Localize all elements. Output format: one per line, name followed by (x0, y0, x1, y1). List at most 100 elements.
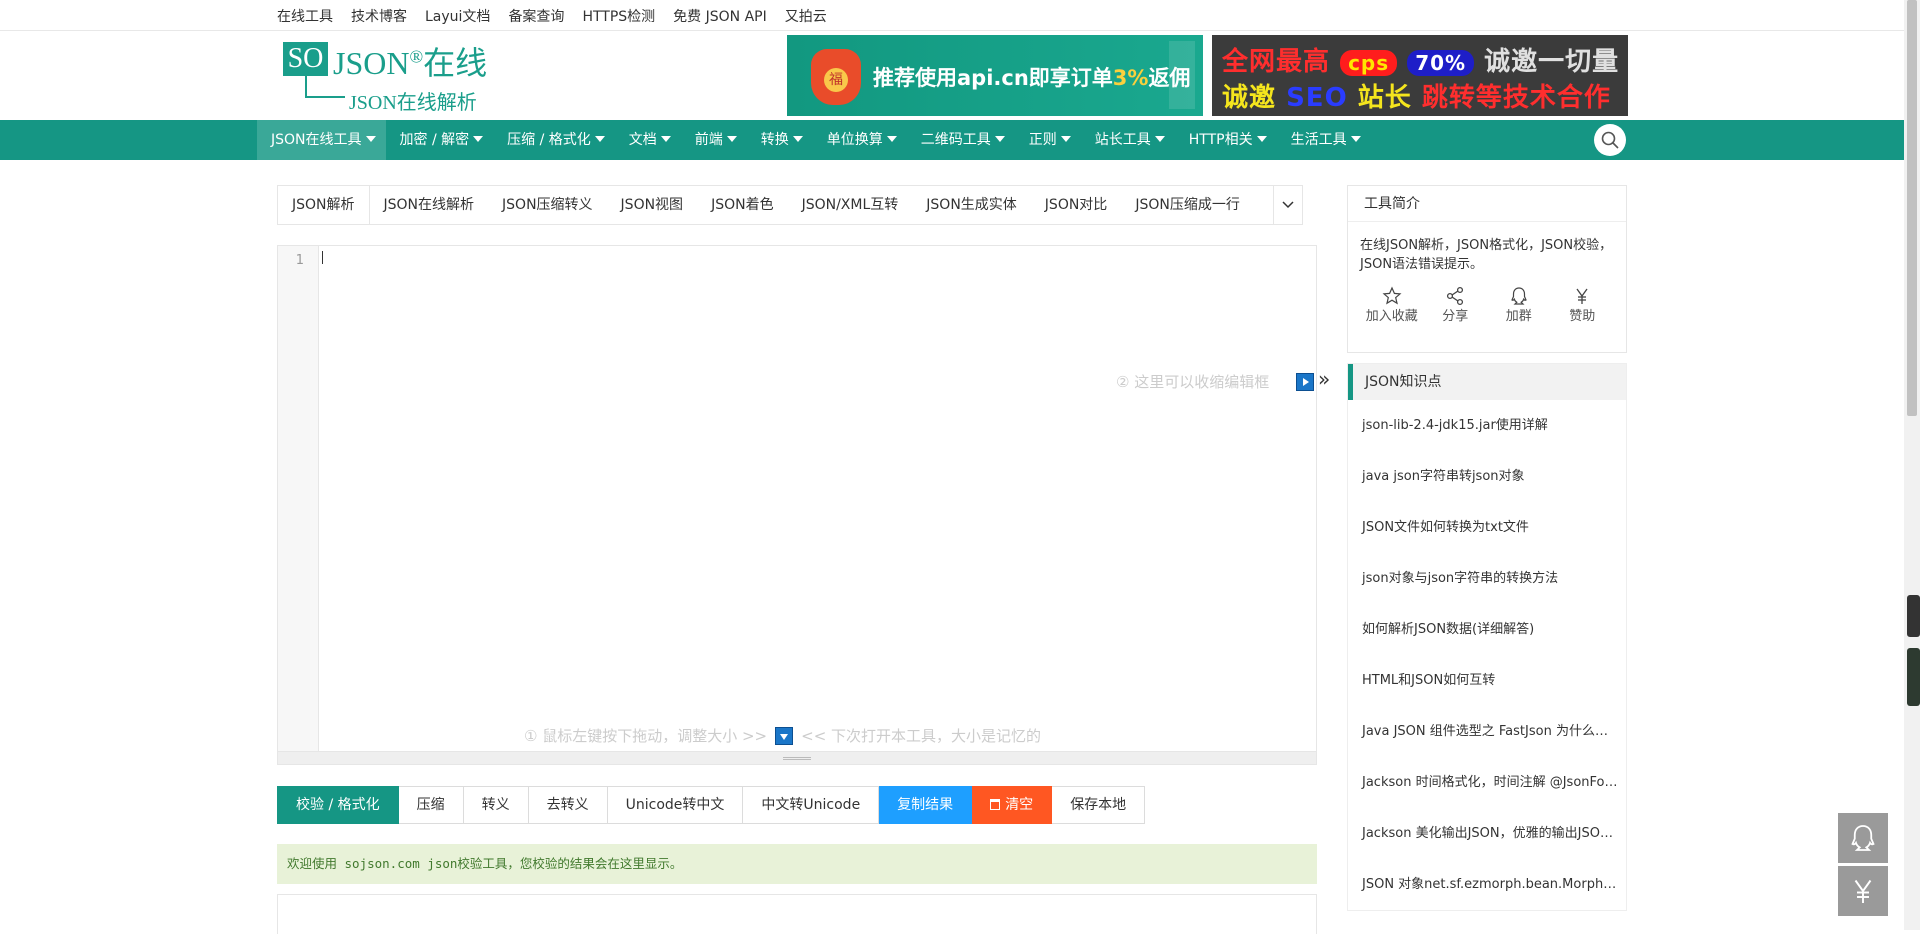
favorite-button[interactable]: 加入收藏 (1360, 286, 1424, 326)
knowledge-link[interactable]: Java JSON 组件选型之 FastJson 为什么用不起来 (1348, 706, 1626, 757)
nav-convert[interactable]: 转换 (747, 120, 813, 160)
tab-json-one-line[interactable]: JSON压缩成一行 (1121, 186, 1254, 224)
resize-arrow-button[interactable] (775, 726, 794, 745)
lucky-bag-char: 福 (824, 68, 848, 92)
nav-label: 文档 (628, 132, 657, 148)
save-local-button[interactable]: 保存本地 (1052, 786, 1146, 824)
top-link-online-tools[interactable]: 在线工具 (277, 6, 333, 26)
top-link-layui-docs[interactable]: Layui文档 (425, 6, 490, 26)
tool-intro-text: 在线JSON解析，JSON格式化，JSON校验，JSON语法错误提示。 (1360, 238, 1613, 272)
knowledge-link[interactable]: java json字符串转json对象 (1348, 451, 1626, 502)
ad-banner-api[interactable]: 福 推荐使用api.cn即享订单3%返佣 (787, 35, 1203, 116)
line-number: 1 (295, 253, 304, 268)
nav-unit-convert[interactable]: 单位换算 (813, 120, 907, 160)
knowledge-link[interactable]: Jackson 时间格式化，时间注解 @JsonFormat (1348, 757, 1626, 808)
tab-json-compare[interactable]: JSON对比 (1031, 186, 1122, 224)
knowledge-link[interactable]: JSON 对象net.sf.ezmorph.bean.MorphDynaBean (1348, 859, 1626, 910)
page-scrollbar[interactable] (1904, 0, 1920, 930)
main-nav: JSON在线工具 加密 / 解密 压缩 / 格式化 文档 前端 转换 单位换算 … (0, 120, 1904, 160)
sponsor-button[interactable]: 赞助 (1551, 286, 1615, 326)
nav-label: HTTP相关 (1188, 132, 1253, 148)
clear-button[interactable]: 清空 (972, 786, 1053, 824)
tab-json-view[interactable]: JSON视图 (607, 186, 698, 224)
text-cursor (322, 251, 323, 264)
caret-down-icon (1256, 136, 1267, 142)
knowledge-title: JSON知识点 (1348, 364, 1626, 400)
yen-icon (1854, 879, 1872, 903)
float-qq-button[interactable] (1838, 813, 1888, 863)
nav-frontend[interactable]: 前端 (681, 120, 747, 160)
copy-result-button[interactable]: 复制结果 (879, 786, 973, 824)
nav-regex[interactable]: 正则 (1015, 120, 1081, 160)
compress-button[interactable]: 压缩 (398, 786, 464, 824)
knowledge-link[interactable]: JSON文件如何转换为txt文件 (1348, 502, 1626, 553)
nav-docs[interactable]: 文档 (615, 120, 681, 160)
clear-label: 清空 (1005, 797, 1034, 813)
nav-label: 站长工具 (1094, 132, 1151, 148)
resize-handle[interactable] (278, 751, 1316, 764)
chinese-to-unicode-button[interactable]: 中文转Unicode (743, 786, 880, 824)
knowledge-link[interactable]: HTML和JSON如何互转 (1348, 655, 1626, 706)
top-link-tech-blog[interactable]: 技术博客 (351, 6, 407, 26)
top-link-icp-query[interactable]: 备案查询 (508, 6, 564, 26)
action-buttons: 校验 / 格式化 压缩 转义 去转义 Unicode转中文 中文转Unicode… (277, 786, 1146, 824)
share-button[interactable]: 分享 (1424, 286, 1488, 326)
top-link-upyun[interactable]: 又拍云 (785, 6, 827, 26)
double-chevron-right-icon[interactable]: » (1318, 367, 1330, 391)
unicode-to-chinese-button[interactable]: Unicode转中文 (607, 786, 744, 824)
nav-compress-format[interactable]: 压缩 / 格式化 (493, 120, 615, 160)
unescape-button[interactable]: 去转义 (528, 786, 608, 824)
nav-http[interactable]: HTTP相关 (1175, 120, 1277, 160)
tabs-more-button[interactable] (1273, 185, 1303, 225)
ad2-r1d: 诚邀一切量 (1484, 47, 1620, 77)
nav-label: 生活工具 (1290, 132, 1347, 148)
grip-icon (783, 757, 811, 760)
ad2-r2a: 诚邀 (1222, 83, 1277, 113)
tab-json-xml[interactable]: JSON/XML互转 (788, 186, 913, 224)
nav-webmaster[interactable]: 站长工具 (1081, 120, 1175, 160)
nav-label: 压缩 / 格式化 (507, 132, 591, 148)
ad2-r1c: 70% (1407, 50, 1475, 76)
json-editor[interactable]: 1 ② 这里可以收缩编辑框 » ① 鼠标左键按下拖动，调整大小 >> << 下次… (277, 245, 1330, 765)
caret-down-icon (1060, 136, 1071, 142)
site-logo[interactable]: SO JSON®在线 JSON在线解析 (283, 38, 503, 114)
ad2-row-2: 诚邀 SEO 站长 跳转等技术合作 (1222, 77, 1611, 114)
knowledge-link[interactable]: json对象与json字符串的转换方法 (1348, 553, 1626, 604)
scrollbar-thumb[interactable] (1907, 0, 1917, 416)
float-sponsor-button[interactable] (1838, 866, 1888, 916)
tool-intro-title: 工具简介 (1348, 186, 1626, 222)
nav-encrypt[interactable]: 加密 / 解密 (386, 120, 494, 160)
logo-subtitle: JSON在线解析 (349, 92, 477, 114)
tab-json-entity[interactable]: JSON生成实体 (912, 186, 1031, 224)
knowledge-link[interactable]: 如何解析JSON数据(详细解答) (1348, 604, 1626, 655)
tab-json-online-parse[interactable]: JSON在线解析 (370, 186, 489, 224)
trash-icon (990, 799, 1001, 810)
side-widget[interactable] (1907, 648, 1920, 706)
nav-label: 单位换算 (826, 132, 883, 148)
knowledge-link[interactable]: Jackson 美化输出JSON，优雅的输出JSON数据 (1348, 808, 1626, 859)
logo-so-mark: SO (283, 42, 328, 76)
collapse-editor-button[interactable] (1296, 373, 1314, 391)
nav-label: JSON在线工具 (271, 132, 362, 148)
tab-json-color[interactable]: JSON着色 (697, 186, 788, 224)
lucky-bag-icon: 福 (811, 49, 861, 105)
escape-button[interactable]: 转义 (463, 786, 529, 824)
top-link-https-check[interactable]: HTTPS检测 (582, 6, 655, 26)
nav-label: 前端 (694, 132, 723, 148)
knowledge-link[interactable]: json-lib-2.4-jdk15.jar使用详解 (1348, 400, 1626, 451)
side-widget[interactable] (1907, 595, 1920, 637)
collapse-hint: ② 这里可以收缩编辑框 (1116, 373, 1270, 391)
nav-qrcode[interactable]: 二维码工具 (907, 120, 1015, 160)
nav-life-tools[interactable]: 生活工具 (1277, 120, 1371, 160)
top-link-free-json-api[interactable]: 免费 JSON API (673, 6, 767, 26)
nav-json-tools[interactable]: JSON在线工具 (257, 120, 386, 160)
join-group-button[interactable]: 加群 (1487, 286, 1551, 326)
share-label: 分享 (1442, 309, 1469, 324)
search-button[interactable] (1594, 124, 1626, 156)
tab-json-compress-escape[interactable]: JSON压缩转义 (488, 186, 607, 224)
yen-icon (1576, 288, 1588, 304)
line-number-gutter: 1 (278, 246, 319, 751)
ad-banner-cps[interactable]: 全网最高 cps 70% 诚邀一切量 诚邀 SEO 站长 跳转等技术合作 (1212, 35, 1628, 116)
validate-format-button[interactable]: 校验 / 格式化 (277, 786, 399, 824)
tab-json-parse[interactable]: JSON解析 (278, 186, 370, 224)
